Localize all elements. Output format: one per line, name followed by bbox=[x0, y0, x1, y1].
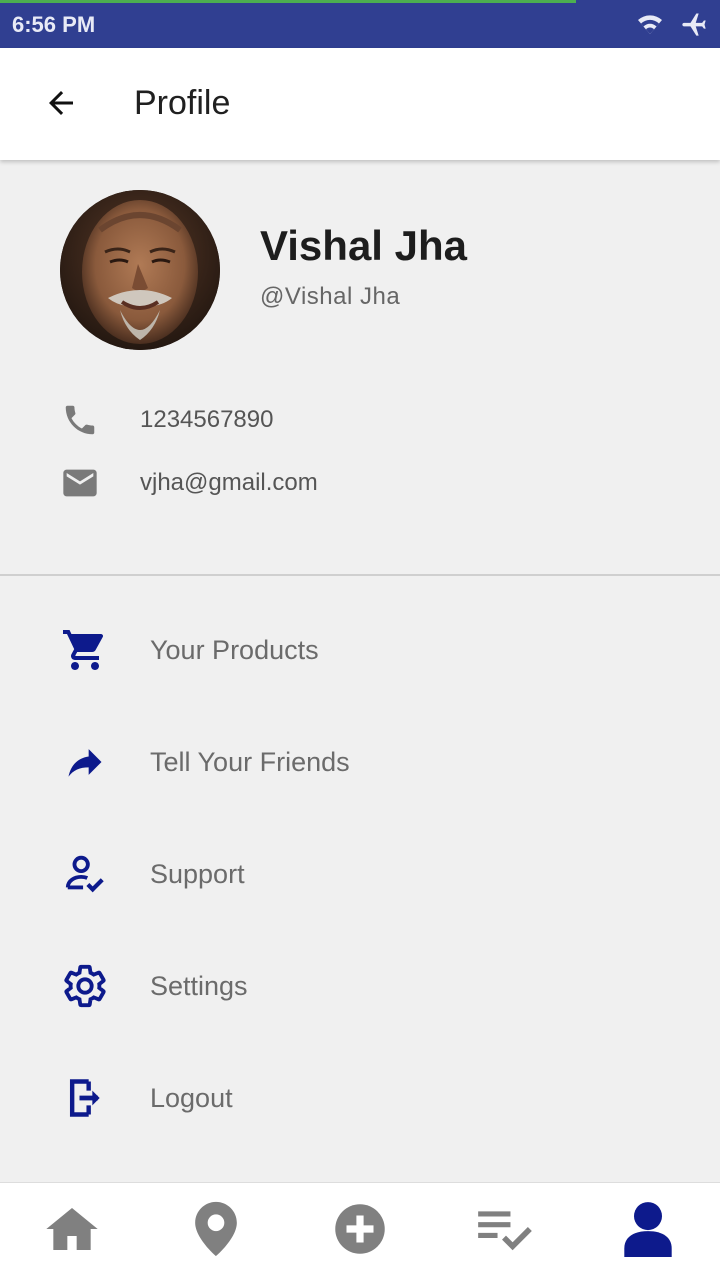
nav-location[interactable] bbox=[144, 1183, 288, 1280]
wifi-icon bbox=[634, 10, 666, 43]
status-icons bbox=[634, 10, 708, 43]
nav-checklist[interactable] bbox=[432, 1183, 576, 1280]
app-bar: Profile bbox=[0, 48, 720, 160]
bottom-navigation bbox=[0, 1182, 720, 1280]
user-handle: @Vishal Jha bbox=[260, 283, 401, 310]
menu-item-logout[interactable]: Logout bbox=[0, 1058, 720, 1138]
share-icon bbox=[60, 737, 110, 787]
status-time: 6:56 PM bbox=[12, 12, 96, 37]
phone-number: 1234567890 bbox=[140, 406, 274, 433]
nav-add[interactable] bbox=[288, 1183, 432, 1280]
gear-icon bbox=[60, 961, 110, 1011]
status-bar: 6:56 PM bbox=[0, 0, 720, 48]
back-button[interactable] bbox=[36, 80, 86, 130]
home-icon bbox=[44, 1203, 100, 1260]
nav-profile[interactable] bbox=[576, 1183, 720, 1280]
menu-item-support[interactable]: Support bbox=[0, 834, 720, 914]
phone-icon bbox=[60, 400, 100, 440]
menu-label: Support bbox=[150, 858, 245, 889]
logout-icon bbox=[60, 1073, 110, 1123]
menu-label: Your Products bbox=[150, 634, 319, 665]
cart-icon bbox=[60, 625, 110, 675]
section-divider bbox=[0, 574, 720, 576]
menu-label: Tell Your Friends bbox=[150, 746, 350, 777]
arrow-left-icon bbox=[43, 85, 79, 126]
page-title: Profile bbox=[134, 84, 231, 122]
menu-item-settings[interactable]: Settings bbox=[0, 946, 720, 1026]
avatar[interactable] bbox=[60, 190, 220, 350]
menu-item-your-products[interactable]: Your Products bbox=[0, 610, 720, 690]
add-icon bbox=[333, 1202, 387, 1261]
email-row: vjha@gmail.com bbox=[60, 463, 318, 503]
checklist-icon bbox=[476, 1207, 532, 1256]
user-name: Vishal Jha bbox=[260, 222, 468, 269]
phone-row: 1234567890 bbox=[60, 400, 273, 440]
menu-item-tell-your-friends[interactable]: Tell Your Friends bbox=[0, 722, 720, 802]
email-address: vjha@gmail.com bbox=[140, 469, 318, 496]
nav-home[interactable] bbox=[0, 1183, 144, 1280]
airplane-icon bbox=[680, 10, 708, 43]
support-icon bbox=[60, 849, 110, 899]
mail-icon bbox=[60, 463, 100, 503]
profile-icon bbox=[624, 1201, 672, 1262]
status-progress-bar bbox=[0, 0, 576, 3]
menu-label: Logout bbox=[150, 1082, 233, 1113]
menu-label: Settings bbox=[150, 970, 248, 1001]
location-icon bbox=[191, 1199, 241, 1264]
